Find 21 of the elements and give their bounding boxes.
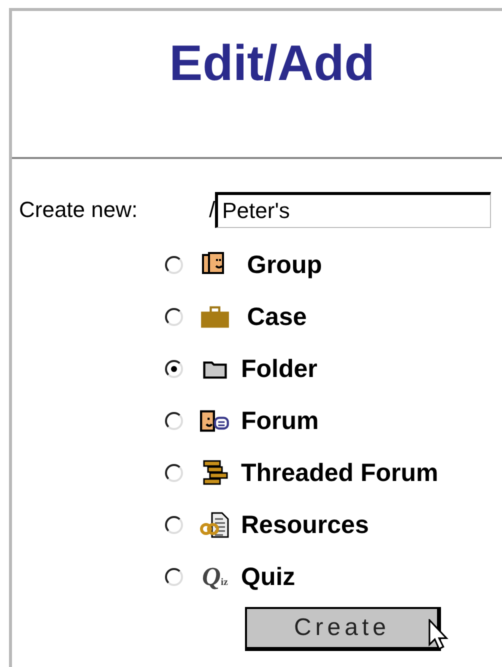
- option-label: Quiz: [241, 562, 296, 592]
- name-input-field[interactable]: Peter's: [215, 192, 492, 228]
- radio-button[interactable]: [165, 568, 183, 586]
- radio-button[interactable]: [165, 464, 183, 482]
- radio-button[interactable]: [165, 256, 183, 274]
- path-prefix: /: [209, 197, 216, 223]
- option-label: Case: [247, 302, 307, 332]
- create-button[interactable]: Create: [245, 607, 441, 651]
- option-label: Resources: [241, 510, 369, 540]
- option-label: Forum: [241, 406, 319, 436]
- option-label: Folder: [241, 354, 318, 384]
- mouse-pointer-icon: [427, 619, 449, 651]
- option-label: Group: [247, 250, 322, 280]
- page-title: Edit/Add: [169, 34, 375, 93]
- radio-button[interactable]: [165, 412, 183, 430]
- radio-button[interactable]: [165, 360, 183, 378]
- chain-document-icon: [200, 511, 230, 539]
- radio-button[interactable]: [165, 308, 183, 326]
- option-label: Threaded Forum: [241, 458, 438, 488]
- radio-button[interactable]: [165, 516, 183, 534]
- create-new-label: Create new:: [19, 197, 139, 223]
